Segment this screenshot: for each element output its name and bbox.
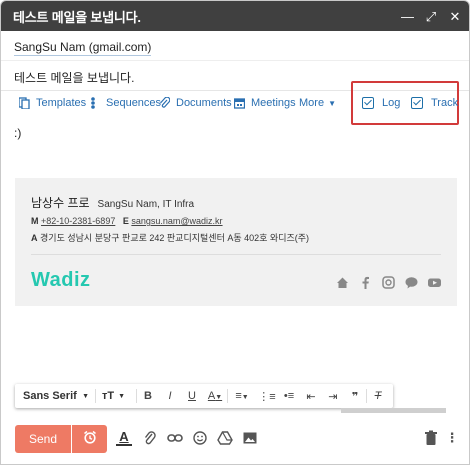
numbered-list-icon[interactable]: ⋮≡: [256, 390, 278, 403]
documents-button[interactable]: Documents: [159, 96, 232, 109]
signature-divider: [31, 254, 441, 255]
meetings-button[interactable]: Meetings: [233, 97, 296, 109]
schedule-send-button[interactable]: [72, 425, 107, 453]
recipient-row[interactable]: SangSu Nam (gmail.com): [1, 31, 469, 61]
bulleted-list-icon[interactable]: •≡: [278, 390, 300, 402]
home-icon[interactable]: [336, 276, 349, 289]
dropdown-arrow-icon: ▼: [118, 392, 126, 400]
italic-icon[interactable]: I: [159, 390, 181, 402]
youtube-icon[interactable]: [428, 276, 441, 289]
font-size-select[interactable]: тT ▼: [96, 390, 136, 402]
more-options-icon[interactable]: ⋮: [444, 430, 460, 446]
track-checkbox[interactable]: Track: [411, 97, 458, 109]
font-family-select[interactable]: Sans Serif ▼: [15, 390, 95, 402]
link-icon[interactable]: [167, 430, 183, 446]
send-button[interactable]: Send: [15, 425, 71, 453]
text-color-icon[interactable]: A▼: [203, 390, 227, 402]
remove-formatting-icon[interactable]: T: [367, 390, 389, 402]
close-icon[interactable]: ✕: [449, 10, 461, 23]
alarm-clock-icon: [83, 430, 97, 449]
underline-icon[interactable]: U: [181, 390, 203, 402]
recipient-chip[interactable]: SangSu Nam (gmail.com): [14, 40, 152, 56]
text-size-icon: тT: [102, 390, 115, 402]
templates-icon: [18, 97, 30, 110]
dropdown-arrow-icon: ▼: [82, 392, 89, 400]
templates-button[interactable]: Templates: [18, 97, 86, 110]
signature-contact: M +82-10-2381-6897 E sangsu.nam@wadiz.kr: [31, 216, 223, 226]
sequences-button[interactable]: Sequences: [89, 97, 161, 109]
wadiz-logo[interactable]: Wadiz: [31, 269, 91, 292]
sequences-icon: [89, 97, 100, 109]
scroll-indicator: [341, 408, 446, 413]
compose-footer: Send A ⋮: [1, 421, 469, 464]
formatting-options-icon[interactable]: A: [116, 430, 132, 446]
instagram-icon[interactable]: [382, 276, 395, 289]
align-icon[interactable]: ≡▼: [228, 390, 256, 402]
signature-block: 남상수 프로 SangSu Nam, IT Infra M +82-10-2381…: [15, 178, 457, 306]
message-body[interactable]: :): [14, 126, 21, 140]
delete-icon[interactable]: [423, 430, 439, 446]
more-menu[interactable]: More ▼: [299, 97, 336, 109]
insert-photo-icon[interactable]: [242, 430, 258, 446]
window-title: 테스트 메일을 보냅니다.: [13, 9, 141, 25]
signature-address: A 경기도 성남시 분당구 판교로 242 판교디지털센터 A동 402호 와디…: [31, 233, 310, 243]
facebook-icon[interactable]: [359, 276, 372, 289]
email-link[interactable]: sangsu.nam@wadiz.kr: [131, 216, 222, 226]
minimize-icon[interactable]: —: [401, 10, 414, 23]
phone-link[interactable]: +82-10-2381-6897: [41, 216, 115, 226]
subject-text: 테스트 메일을 보냅니다.: [14, 71, 135, 85]
social-links: [336, 276, 441, 289]
formatting-toolbar: Sans Serif ▼ тT ▼ B I U A▼ ≡▼ ⋮≡ •≡ ⇤ ⇥ …: [15, 384, 393, 408]
quote-icon[interactable]: ❞: [344, 390, 366, 403]
paperclip-icon: [159, 96, 171, 109]
indent-less-icon[interactable]: ⇤: [300, 390, 322, 403]
calendar-icon: [233, 97, 246, 109]
checkbox-checked-icon: [362, 97, 374, 109]
checkbox-checked-icon: [411, 97, 423, 109]
chat-icon[interactable]: [405, 276, 418, 289]
drive-icon[interactable]: [217, 430, 233, 446]
indent-more-icon[interactable]: ⇥: [322, 390, 344, 403]
chevron-down-icon: ▼: [328, 98, 336, 108]
window-controls: — ⤢ ✕: [401, 1, 461, 31]
emoji-icon[interactable]: [192, 430, 208, 446]
title-bar: 테스트 메일을 보냅니다. — ⤢ ✕: [1, 1, 469, 31]
compose-window: 테스트 메일을 보냅니다. — ⤢ ✕ SangSu Nam (gmail.co…: [0, 0, 470, 465]
attach-icon[interactable]: [142, 430, 158, 446]
log-checkbox[interactable]: Log: [362, 97, 400, 109]
signature-name: 남상수 프로 SangSu Nam, IT Infra: [31, 196, 195, 210]
expand-icon[interactable]: ⤢: [425, 10, 437, 23]
bold-icon[interactable]: B: [137, 390, 159, 402]
